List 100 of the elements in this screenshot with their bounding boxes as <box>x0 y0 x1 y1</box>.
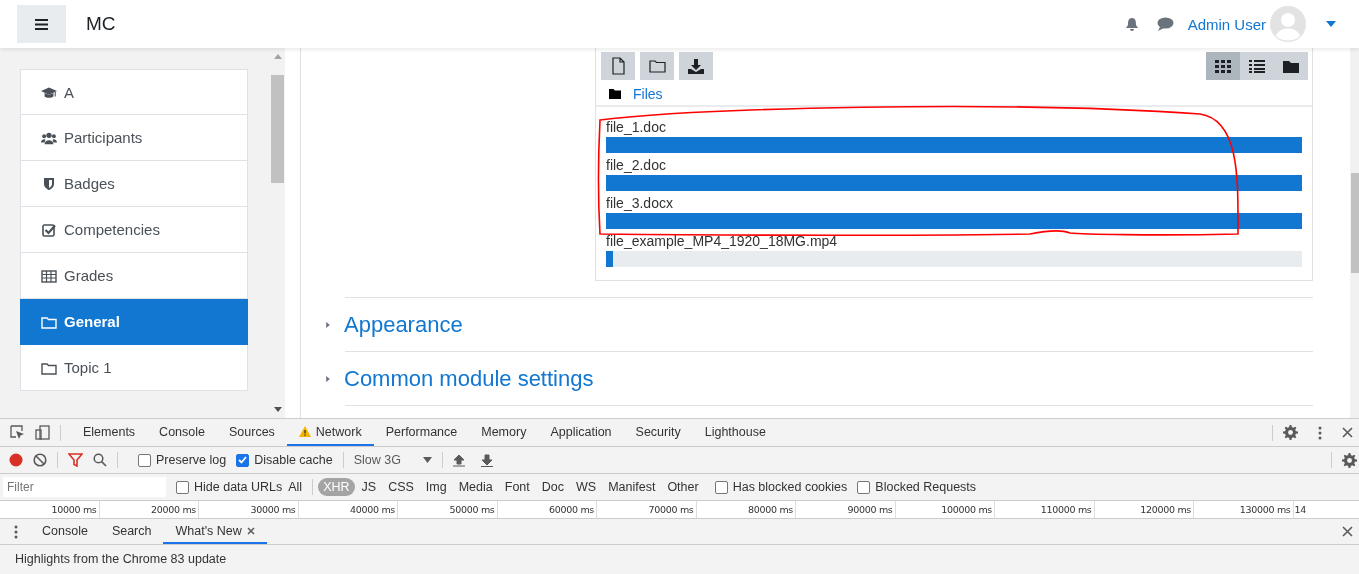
drawer-tab[interactable]: Console <box>30 519 100 544</box>
import-icon[interactable] <box>452 453 465 467</box>
clear-icon[interactable] <box>33 453 47 467</box>
close-icon[interactable] <box>1342 427 1353 438</box>
expand-triangle-icon[interactable] <box>325 319 331 330</box>
devtools-tab[interactable]: Console <box>147 419 217 446</box>
menu-icon <box>35 18 48 30</box>
checkbox-label: Preserve log <box>156 453 227 467</box>
drawer-tab[interactable]: What's New <box>163 519 267 544</box>
folder-icon <box>648 58 666 74</box>
time-tick-label: 120000 ms <box>1094 501 1194 518</box>
more-options-icon[interactable] <box>14 524 18 539</box>
devtools-tab[interactable]: Sources <box>217 419 287 446</box>
checkbox[interactable] <box>714 480 728 494</box>
nav-item[interactable]: Participants <box>20 115 248 161</box>
time-tick-label: 80000 ms <box>696 501 796 518</box>
devtools-tab[interactable]: Application <box>538 419 624 446</box>
file-name: file_3.docx <box>606 194 674 213</box>
folder-icon <box>1283 59 1299 73</box>
nav-item[interactable]: Grades <box>20 253 248 299</box>
settings-icon[interactable] <box>1342 452 1357 468</box>
close-icon[interactable] <box>246 526 255 535</box>
scroll-down-icon[interactable] <box>273 407 282 412</box>
list-view-icon <box>1249 59 1265 73</box>
check-icon <box>238 456 248 464</box>
warning-icon <box>298 426 311 437</box>
resource-type-filter[interactable]: Doc <box>536 478 569 496</box>
scrollbar[interactable] <box>270 48 285 418</box>
view-mode-button[interactable] <box>1240 52 1274 80</box>
close-icon[interactable] <box>1342 526 1353 537</box>
throttling-dropdown[interactable]: Slow 3G <box>353 453 432 467</box>
nav-item[interactable]: Topic 1 <box>20 345 248 391</box>
resource-type-filter[interactable]: Manifest <box>603 478 661 496</box>
time-tick-label: 100000 ms <box>895 501 995 518</box>
section-heading[interactable]: Appearance <box>344 311 463 338</box>
section-heading[interactable]: Common module settings <box>344 365 594 392</box>
nav-item[interactable]: Badges <box>20 161 248 207</box>
search-icon[interactable] <box>93 453 107 467</box>
graduation-cap-icon <box>41 85 57 99</box>
device-toolbar-icon[interactable] <box>35 425 50 440</box>
resource-type-filter[interactable]: Img <box>420 478 452 496</box>
nav-item[interactable]: Competencies <box>20 207 248 253</box>
resource-type-filter[interactable]: JS <box>356 478 382 496</box>
resource-type-filter[interactable]: Other <box>662 478 704 496</box>
checkbox[interactable] <box>236 453 250 467</box>
time-tick-label: 130000 ms <box>1194 501 1294 518</box>
menu-button[interactable] <box>17 5 66 43</box>
filter-icon[interactable] <box>68 453 83 467</box>
file-name: file_1.doc <box>606 118 667 137</box>
time-tick-label: 50000 ms <box>398 501 498 518</box>
devtools-tab[interactable]: Network <box>286 419 374 446</box>
devtools-tab[interactable]: Elements <box>71 419 148 446</box>
resource-type-filter[interactable]: WS <box>571 478 602 496</box>
add-file-button[interactable] <box>601 52 635 80</box>
checkbox[interactable] <box>176 480 189 494</box>
file-icon <box>610 57 626 75</box>
resource-type-filter[interactable]: Media <box>453 478 498 496</box>
bell-icon[interactable] <box>1124 16 1139 32</box>
avatar-icon <box>1270 6 1306 42</box>
export-icon[interactable] <box>480 453 493 467</box>
time-tick-label: 110000 ms <box>995 501 1095 518</box>
checkbox-label: Disable cache <box>254 453 333 467</box>
filter-input[interactable]: Filter <box>3 477 166 497</box>
site-name[interactable]: MC <box>86 13 116 35</box>
resource-type-filter[interactable]: CSS <box>383 478 419 496</box>
checkbox-icon <box>41 222 57 237</box>
record-icon[interactable] <box>9 453 23 467</box>
folder-path-link[interactable]: Files <box>633 86 663 102</box>
devtools-tab[interactable]: Performance <box>373 419 470 446</box>
users-icon <box>41 130 57 145</box>
scrollbar[interactable] <box>1350 48 1359 418</box>
checkbox[interactable] <box>857 480 871 494</box>
nav-item[interactable]: General <box>20 299 248 345</box>
file-name: file_example_MP4_1920_18MG.mp4 <box>606 232 839 251</box>
drawer-tab[interactable]: Search <box>99 519 164 544</box>
view-mode-button[interactable] <box>1206 52 1240 80</box>
folder-icon <box>41 314 57 329</box>
time-tick-label: 10000 ms <box>0 501 100 518</box>
expand-triangle-icon[interactable] <box>325 373 331 384</box>
settings-icon[interactable] <box>1283 425 1298 440</box>
more-options-icon[interactable] <box>1318 425 1322 440</box>
download-button[interactable] <box>679 52 713 80</box>
create-folder-button[interactable] <box>640 52 674 80</box>
inspect-element-icon[interactable] <box>10 425 25 440</box>
time-tick-label: 60000 ms <box>497 501 597 518</box>
time-tick-label: 70000 ms <box>597 501 697 518</box>
devtools-tab[interactable]: Memory <box>469 419 539 446</box>
time-tick-label: 30000 ms <box>199 501 299 518</box>
checkbox[interactable] <box>138 453 151 467</box>
resource-type-filter[interactable]: All <box>283 478 308 496</box>
resource-type-filter[interactable]: Font <box>499 478 535 496</box>
devtools-tab[interactable]: Security <box>623 419 693 446</box>
caret-icon <box>422 457 432 463</box>
nav-item[interactable]: A <box>20 69 248 115</box>
chat-icon[interactable] <box>1156 17 1174 31</box>
view-mode-button[interactable] <box>1274 52 1308 80</box>
user-name[interactable]: Admin User <box>1187 15 1266 33</box>
devtools-tab[interactable]: Lighthouse <box>692 419 778 446</box>
folder-icon <box>609 89 621 99</box>
caret-icon[interactable] <box>1326 21 1336 27</box>
